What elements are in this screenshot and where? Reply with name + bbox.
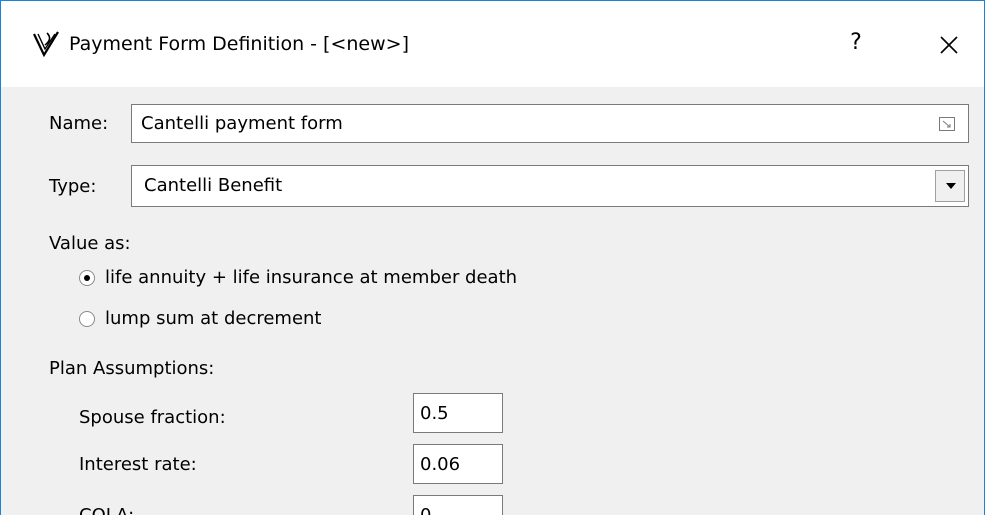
app-logo-icon [33,31,59,58]
radio-button[interactable] [79,311,95,327]
radio-dot [84,275,90,281]
help-button[interactable]: ? [833,23,879,63]
interest-rate-input[interactable] [414,445,502,483]
spouse-fraction-input[interactable] [414,394,502,432]
type-select[interactable]: Cantelli Benefit [131,165,969,207]
radio-button-selected[interactable] [79,270,95,286]
spouse-fraction-field[interactable] [413,393,503,433]
plan-assumptions-label: Plan Assumptions: [49,358,215,379]
name-label: Name: [49,113,109,134]
spouse-fraction-label: Spouse fraction: [79,407,226,428]
radio-label[interactable]: life annuity + life insurance at member … [105,266,517,290]
edit-icon[interactable] [939,117,955,131]
cola-input[interactable] [414,496,502,515]
type-select-value: Cantelli Benefit [144,175,283,196]
type-label: Type: [49,176,97,197]
radio-label[interactable]: lump sum at decrement [105,307,322,331]
chevron-down-icon [946,183,956,189]
close-icon[interactable] [929,25,969,65]
title-bar: Payment Form Definition - [<new>] ? [1,1,984,87]
name-input[interactable] [132,105,968,142]
interest-rate-label: Interest rate: [79,454,197,475]
name-field[interactable] [131,104,969,143]
window-title: Payment Form Definition - [<new>] [69,33,409,55]
value-as-label: Value as: [49,233,131,254]
dialog-window: Payment Form Definition - [<new>] ? Name… [0,0,985,515]
cola-field[interactable] [413,495,503,515]
type-dropdown-button[interactable] [935,170,965,202]
cola-label: COLA: [79,504,134,515]
interest-rate-field[interactable] [413,444,503,484]
